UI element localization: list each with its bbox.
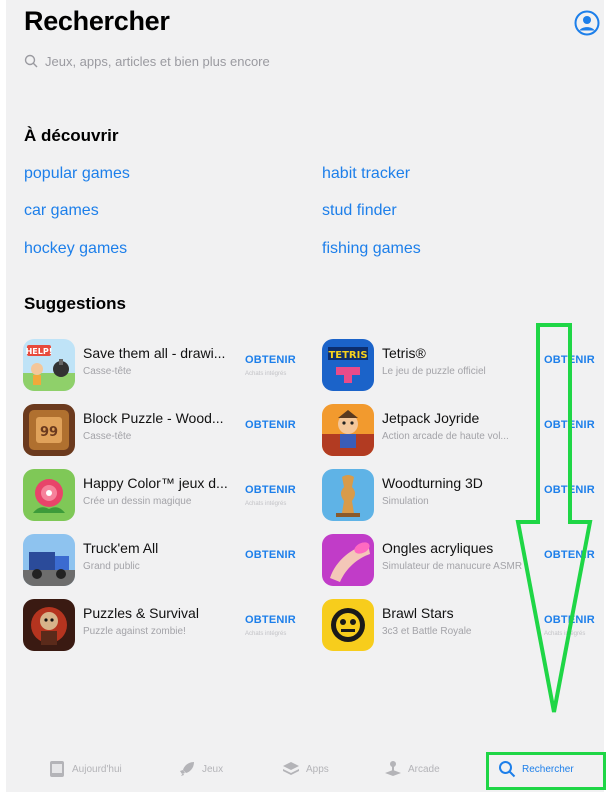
app-category: 3c3 et Battle Royale — [382, 626, 472, 637]
app-category: Simulation — [382, 496, 429, 507]
app-list-item[interactable]: Truck'em All Grand public OBTENIR — [23, 534, 303, 590]
app-name: Save them all - drawi... — [83, 345, 226, 361]
layers-icon — [283, 762, 299, 775]
get-button[interactable]: OBTENIR — [544, 419, 595, 431]
happy-color-icon — [23, 469, 75, 521]
brawl-stars-icon — [322, 599, 374, 651]
tab-highlight-box — [486, 752, 606, 790]
puzzles-survival-icon — [23, 599, 75, 651]
tetris-icon: TETRIS — [322, 339, 374, 391]
get-button[interactable]: OBTENIR — [245, 354, 296, 366]
discover-link[interactable]: stud finder — [322, 202, 397, 220]
discover-link[interactable]: hockey games — [24, 240, 127, 258]
acrylic-nails-icon — [322, 534, 374, 586]
app-list-item[interactable]: HELP! Save them all - drawi... Casse-têt… — [23, 339, 303, 395]
app-category: Crée un dessin magique — [83, 496, 192, 507]
woodturning-icon — [322, 469, 374, 521]
tab-label: Apps — [306, 763, 329, 775]
search-input[interactable]: Jeux, apps, articles et bien plus encore — [24, 50, 544, 72]
app-name: Happy Color™ jeux d... — [83, 475, 228, 491]
app-list-item[interactable]: Woodturning 3D Simulation OBTENIR — [322, 469, 604, 525]
tab-arcade[interactable]: Arcade — [384, 760, 440, 778]
discover-link[interactable]: car games — [24, 202, 99, 220]
search-placeholder: Jeux, apps, articles et bien plus encore — [45, 53, 270, 69]
app-name: Tetris® — [382, 345, 426, 361]
search-icon — [24, 54, 38, 68]
app-name: Jetpack Joyride — [382, 410, 480, 426]
app-name: Ongles acryliques — [382, 540, 494, 556]
rocket-icon — [180, 762, 194, 776]
in-app-purchases-label: Achats intégrés — [245, 631, 287, 637]
get-button[interactable]: OBTENIR — [544, 614, 595, 626]
get-button[interactable]: OBTENIR — [544, 484, 595, 496]
app-list-item[interactable]: TETRIS Tetris® Le jeu de puzzle officiel… — [322, 339, 604, 395]
tab-label: Jeux — [202, 763, 224, 775]
in-app-purchases-label: Achats intégrés — [245, 371, 287, 377]
svg-text:TETRIS: TETRIS — [328, 350, 367, 361]
app-store-screen: Rechercher Jeux, apps, articles et bien … — [6, 0, 604, 792]
app-list-item[interactable]: Puzzles & Survival Puzzle against zombie… — [23, 599, 303, 655]
app-name: Woodturning 3D — [382, 475, 483, 491]
app-list-item[interactable]: 99 Block Puzzle - Wood... Casse-tête OBT… — [23, 404, 303, 460]
app-category: Grand public — [83, 561, 140, 572]
truck-em-all-icon — [23, 534, 75, 586]
suggestions-section-title: Suggestions — [24, 294, 127, 313]
in-app-purchases-label: Achats intégrés — [245, 501, 287, 507]
app-category: Le jeu de puzzle officiel — [382, 366, 486, 377]
get-button[interactable]: OBTENIR — [245, 614, 296, 626]
svg-text:99: 99 — [40, 425, 58, 440]
app-category: Puzzle against zombie! — [83, 626, 186, 637]
get-button[interactable]: OBTENIR — [544, 354, 595, 366]
get-button[interactable]: OBTENIR — [245, 419, 296, 431]
get-button[interactable]: OBTENIR — [245, 484, 296, 496]
get-button[interactable]: OBTENIR — [544, 549, 595, 561]
app-name: Puzzles & Survival — [83, 605, 199, 621]
app-category: Action arcade de haute vol... — [382, 431, 509, 442]
svg-text:HELP!: HELP! — [26, 347, 53, 356]
app-category: Casse-tête — [83, 366, 132, 377]
app-list-item[interactable]: Ongles acryliques Simulateur de manucure… — [322, 534, 604, 590]
joystick-icon — [385, 761, 401, 776]
page-title: Rechercher — [24, 6, 170, 36]
tab-label: Arcade — [408, 763, 440, 775]
app-list-item[interactable]: Jetpack Joyride Action arcade de haute v… — [322, 404, 604, 460]
today-icon — [50, 761, 64, 777]
save-them-all-icon: HELP! — [23, 339, 75, 391]
discover-link[interactable]: habit tracker — [322, 165, 410, 183]
discover-section-title: À découvrir — [24, 126, 119, 145]
discover-link[interactable]: popular games — [24, 165, 130, 183]
app-list-item[interactable]: Brawl Stars 3c3 et Battle Royale OBTENIR… — [322, 599, 604, 655]
app-name: Block Puzzle - Wood... — [83, 410, 224, 426]
account-icon[interactable] — [574, 10, 600, 36]
tab-apps[interactable]: Apps — [282, 760, 329, 778]
block-puzzle-icon: 99 — [23, 404, 75, 456]
tab-label: Aujourd'hui — [72, 763, 122, 775]
app-category: Simulateur de manucure ASMR — [382, 561, 523, 572]
app-list-item[interactable]: Happy Color™ jeux d... Crée un dessin ma… — [23, 469, 303, 525]
get-button[interactable]: OBTENIR — [245, 549, 296, 561]
tab-games[interactable]: Jeux — [178, 760, 223, 778]
jetpack-joyride-icon — [322, 404, 374, 456]
app-name: Truck'em All — [83, 540, 159, 556]
tab-today[interactable]: Aujourd'hui — [48, 760, 122, 778]
app-name: Brawl Stars — [382, 605, 454, 621]
in-app-purchases-label: Achats intégrés — [544, 631, 586, 637]
app-category: Casse-tête — [83, 431, 132, 442]
discover-link[interactable]: fishing games — [322, 240, 421, 258]
